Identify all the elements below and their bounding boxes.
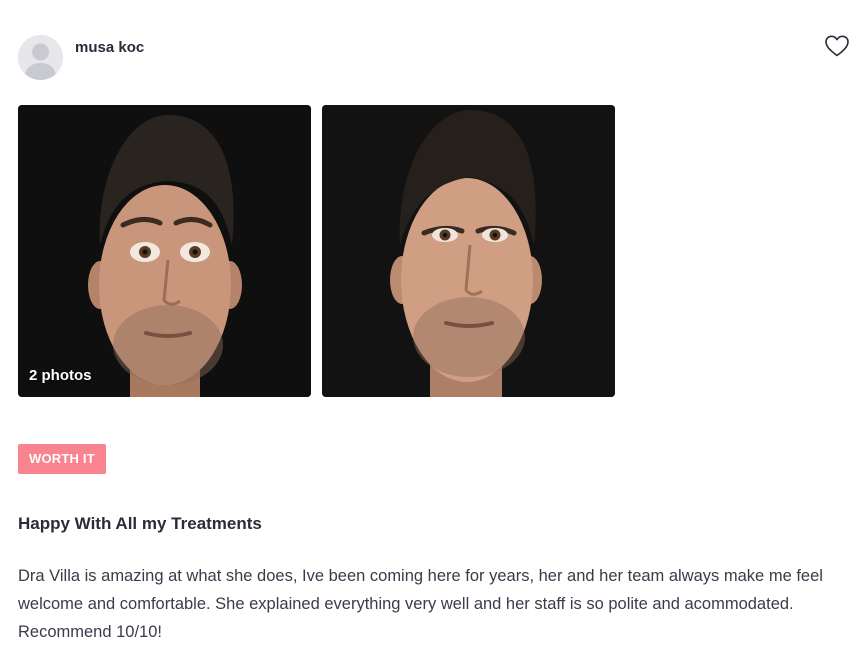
avatar[interactable] [18,35,63,80]
face-photo-before [18,105,311,397]
photo-count-label: 2 photos [29,367,92,384]
worth-it-badge: WORTH IT [18,444,106,474]
review-header: musa koc [18,35,144,80]
review-card: musa koc 2 photos WORTH IT Happy With Al… [0,0,865,665]
photo-after[interactable] [322,105,615,397]
heart-icon [825,35,849,57]
user-silhouette-icon [18,35,63,80]
photo-before[interactable]: 2 photos [18,105,311,397]
review-title: Happy With All my Treatments [18,514,262,533]
face-photo-after [322,105,615,397]
review-body: Dra Villa is amazing at what she does, I… [18,567,823,641]
favorite-button[interactable] [824,34,850,58]
photo-gallery: 2 photos [18,105,615,397]
author-name[interactable]: musa koc [75,39,144,56]
